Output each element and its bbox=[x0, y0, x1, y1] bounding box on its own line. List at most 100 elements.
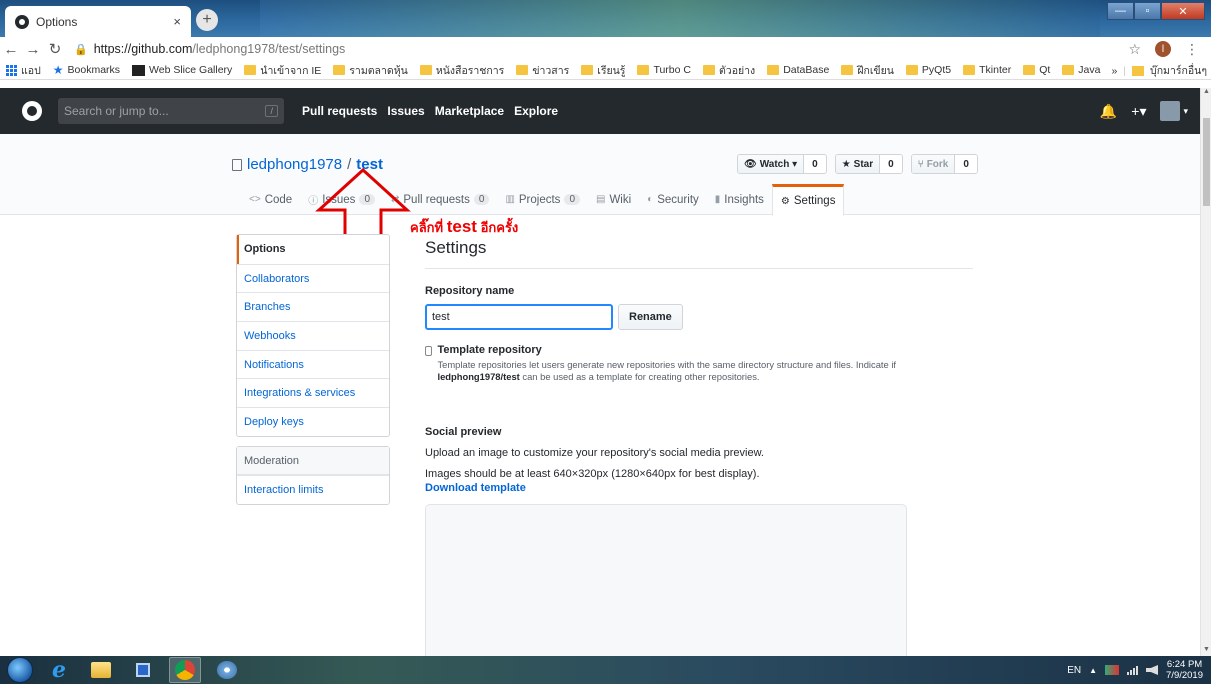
folder-icon bbox=[1062, 65, 1075, 75]
browser-tab-options[interactable]: Options × bbox=[5, 6, 191, 37]
template-desc-part1: Template repositories let users generate… bbox=[437, 359, 897, 370]
watch-button[interactable]: 👁 Watch ▾ 0 bbox=[737, 154, 827, 174]
sidebar-item-collaborators[interactable]: Collaborators bbox=[237, 263, 389, 293]
tray-expand-icon[interactable]: ▲ bbox=[1089, 666, 1097, 675]
network-signal-icon[interactable] bbox=[1127, 665, 1139, 675]
taskbar-media-player-icon[interactable] bbox=[127, 657, 159, 683]
sidebar-item-branches[interactable]: Branches bbox=[237, 292, 389, 321]
action-center-flag-icon[interactable] bbox=[1105, 665, 1120, 675]
clock-time: 6:24 PM bbox=[1166, 659, 1203, 670]
shield-icon: ◐ bbox=[647, 194, 654, 205]
bookmark-item[interactable]: Tkinter bbox=[963, 64, 1011, 76]
forward-icon[interactable]: → bbox=[22, 41, 44, 58]
back-icon[interactable]: ← bbox=[0, 41, 22, 58]
bookmark-item[interactable]: ข่าวสาร bbox=[516, 62, 569, 79]
fork-count[interactable]: 0 bbox=[955, 155, 977, 173]
page-scrollbar[interactable]: ▲ ▼ bbox=[1200, 88, 1211, 656]
scroll-down-icon[interactable]: ▼ bbox=[1201, 646, 1211, 656]
watch-count[interactable]: 0 bbox=[804, 155, 826, 173]
taskbar-internet-explorer-icon[interactable]: e bbox=[43, 657, 75, 683]
template-repository-checkbox[interactable] bbox=[425, 346, 433, 356]
taskbar-file-explorer-icon[interactable] bbox=[85, 657, 117, 683]
sidebar-item-deploy-keys[interactable]: Deploy keys bbox=[237, 407, 389, 436]
bookmark-item[interactable]: ★ Bookmarks bbox=[53, 63, 120, 77]
bookmarks-overflow-icon[interactable]: » bbox=[1111, 65, 1117, 77]
github-favicon-icon bbox=[15, 14, 29, 29]
bookmark-item[interactable]: หนังสือราชการ bbox=[419, 62, 504, 79]
fork-button[interactable]: ⑂ Fork 0 bbox=[910, 154, 978, 174]
annotation-prefix: คลิ๊กที่ bbox=[410, 220, 447, 235]
sidebar-item-webhooks[interactable]: Webhooks bbox=[237, 321, 389, 350]
tab-settings[interactable]: ⚙ Settings bbox=[771, 184, 845, 216]
bookmark-item[interactable]: PyQt5 bbox=[905, 64, 951, 76]
create-new-dropdown[interactable]: +▾ bbox=[1131, 103, 1146, 120]
bookmark-item[interactable]: Qt bbox=[1023, 64, 1050, 76]
tab-code[interactable]: <> Code bbox=[241, 184, 300, 215]
bookmark-label: นำเข้าจาก IE bbox=[260, 64, 322, 77]
search-input[interactable]: Search or jump to... / bbox=[58, 98, 284, 124]
bookmark-item[interactable]: ตัวอย่าง bbox=[702, 62, 755, 79]
profile-avatar[interactable]: l bbox=[1155, 41, 1171, 57]
bookmark-item[interactable]: เรียนรู้ bbox=[581, 62, 625, 79]
scroll-thumb[interactable] bbox=[1203, 118, 1210, 206]
rename-button[interactable]: Rename bbox=[618, 304, 683, 330]
taskbar-chrome-icon[interactable] bbox=[169, 657, 201, 683]
annotation-text: คลิ๊กที่ test อีกครั้ง bbox=[410, 217, 518, 238]
scroll-up-icon[interactable]: ▲ bbox=[1201, 88, 1211, 98]
taskbar-clock[interactable]: 6:24 PM 7/9/2019 bbox=[1166, 659, 1203, 681]
nav-marketplace[interactable]: Marketplace bbox=[435, 104, 504, 118]
close-window-button[interactable]: ✕ bbox=[1161, 2, 1205, 20]
other-bookmarks-label[interactable]: บุ๊กมาร์กอื่นๆ bbox=[1150, 62, 1207, 79]
nav-explore[interactable]: Explore bbox=[514, 104, 558, 118]
folder-icon bbox=[516, 65, 529, 75]
minimize-button[interactable]: — bbox=[1107, 2, 1134, 20]
bookmark-item[interactable]: รามตลาดหุ้น bbox=[333, 62, 408, 79]
other-bookmarks: » | บุ๊กมาร์กอื่นๆ bbox=[1105, 61, 1207, 79]
template-repository-description: Template repositories let users generate… bbox=[437, 359, 973, 383]
social-preview-image-box[interactable] bbox=[425, 504, 907, 656]
graph-icon: ▮ bbox=[714, 194, 721, 205]
taskbar-paint-icon[interactable] bbox=[211, 657, 243, 683]
user-menu-caret-icon[interactable]: ▾ bbox=[1183, 106, 1188, 117]
bookmark-item[interactable]: Turbo C bbox=[637, 64, 691, 76]
bookmark-label: แอป bbox=[21, 64, 41, 77]
download-template-link[interactable]: Download template bbox=[425, 482, 925, 494]
bookmark-item[interactable]: ฝึกเขียน bbox=[841, 62, 894, 79]
star-button[interactable]: ★ Star 0 bbox=[834, 154, 903, 174]
bookmark-item[interactable]: Java bbox=[1062, 64, 1100, 76]
reload-icon[interactable]: ↻ bbox=[44, 40, 66, 58]
new-tab-button[interactable]: + bbox=[196, 9, 218, 31]
repository-name-input[interactable] bbox=[425, 304, 613, 330]
tab-close-icon[interactable]: × bbox=[173, 14, 181, 29]
sidebar-item-interaction-limits[interactable]: Interaction limits bbox=[237, 475, 389, 504]
sidebar-item-options[interactable]: Options bbox=[237, 235, 389, 264]
github-logo-icon[interactable] bbox=[22, 101, 42, 121]
star-count[interactable]: 0 bbox=[880, 155, 902, 173]
bookmark-item[interactable]: DataBase bbox=[767, 64, 829, 76]
template-repository-title: Template repository bbox=[437, 344, 542, 356]
sidebar-item-notifications[interactable]: Notifications bbox=[237, 349, 389, 379]
star-icon: ★ bbox=[841, 158, 851, 170]
tab-insights[interactable]: ▮ Insights bbox=[707, 184, 772, 215]
tab-projects[interactable]: ▥ Projects 0 bbox=[497, 184, 588, 215]
folder-icon bbox=[841, 65, 854, 75]
bookmark-star-icon[interactable]: ☆ bbox=[1128, 41, 1141, 58]
bookmark-item[interactable]: แอป bbox=[6, 62, 41, 79]
start-button[interactable] bbox=[7, 657, 33, 683]
url-bar[interactable]: 🔒 https://github.com/ledphong1978/test/s… bbox=[74, 42, 1128, 56]
bookmark-label: Tkinter bbox=[979, 64, 1012, 76]
nav-pull-requests[interactable]: Pull requests bbox=[302, 104, 377, 118]
bookmark-item[interactable]: นำเข้าจาก IE bbox=[244, 62, 321, 79]
tab-wiki[interactable]: ▤ Wiki bbox=[588, 184, 639, 215]
volume-icon[interactable] bbox=[1146, 665, 1159, 675]
bookmark-item[interactable]: Web Slice Gallery bbox=[132, 64, 232, 76]
tab-security[interactable]: ◐ Security bbox=[639, 184, 707, 215]
maximize-button[interactable]: ▫ bbox=[1134, 2, 1161, 20]
user-avatar[interactable] bbox=[1160, 101, 1181, 121]
nav-issues[interactable]: Issues bbox=[387, 104, 424, 118]
notifications-bell-icon[interactable]: 🔔 bbox=[1100, 103, 1117, 120]
social-preview-description: Upload an image to customize your reposi… bbox=[425, 447, 764, 459]
language-indicator[interactable]: EN bbox=[1067, 665, 1081, 676]
sidebar-item-integrations[interactable]: Integrations & services bbox=[237, 378, 389, 407]
menu-kebab-icon[interactable]: ⋮ bbox=[1185, 41, 1199, 58]
